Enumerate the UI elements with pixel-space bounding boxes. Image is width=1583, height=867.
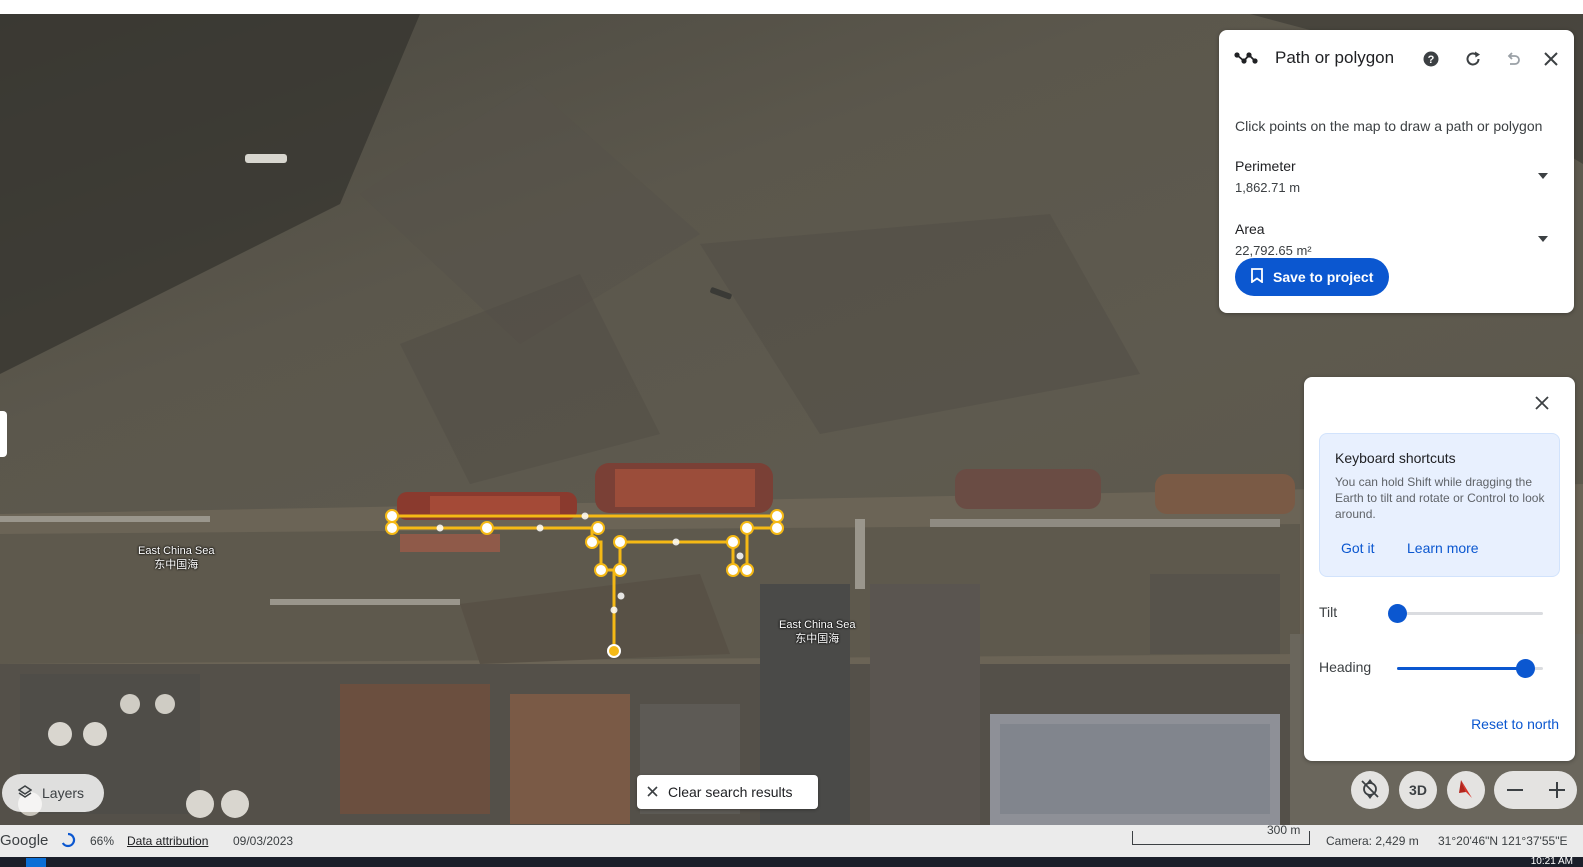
clock: 10:21 AM bbox=[1530, 856, 1573, 867]
cursor-coordinates: 31°20'46"N 121°37'55"E bbox=[1438, 834, 1568, 848]
area-section[interactable]: Area 22,792.65 m² bbox=[1235, 221, 1555, 258]
compass-icon bbox=[1456, 778, 1476, 803]
layers-button[interactable]: Layers bbox=[2, 774, 104, 812]
measure-instructions: Click points on the map to draw a path o… bbox=[1235, 118, 1543, 134]
rotate-view-button[interactable] bbox=[1351, 771, 1389, 809]
tilt-slider[interactable] bbox=[1388, 604, 1543, 623]
reset-to-north-button[interactable]: Reset to north bbox=[1471, 716, 1559, 732]
measure-panel-title: Path or polygon bbox=[1275, 48, 1395, 67]
close-icon[interactable] bbox=[1530, 391, 1554, 415]
perimeter-section[interactable]: Perimeter 1,862.71 m bbox=[1235, 158, 1555, 195]
learn-more-link[interactable]: Learn more bbox=[1407, 540, 1479, 556]
data-attribution-link[interactable]: Data attribution bbox=[127, 834, 208, 848]
perimeter-value: 1,862.71 m bbox=[1235, 180, 1301, 195]
keyboard-shortcuts-card: Keyboard shortcuts You can hold Shift wh… bbox=[1319, 433, 1560, 577]
clear-search-results-label: Clear search results bbox=[668, 784, 793, 800]
navigation-panel: Keyboard shortcuts You can hold Shift wh… bbox=[1304, 377, 1575, 761]
measure-panel: Path or polygon ? Click points on the ma… bbox=[1219, 30, 1574, 313]
clear-search-results-button[interactable]: Clear search results bbox=[637, 775, 818, 809]
save-to-project-button[interactable]: Save to project bbox=[1235, 258, 1389, 296]
save-to-project-label: Save to project bbox=[1273, 269, 1374, 285]
status-bar: Google 66% Data attribution 09/03/2023 3… bbox=[0, 823, 1583, 857]
map-label-east-china-sea-2: East China Sea 东中国海 bbox=[779, 619, 856, 645]
area-value: 22,792.65 m² bbox=[1235, 243, 1312, 258]
close-icon bbox=[647, 784, 658, 800]
svg-text:?: ? bbox=[1428, 54, 1435, 66]
area-label: Area bbox=[1235, 221, 1265, 237]
side-panel-handle[interactable] bbox=[0, 411, 7, 457]
tilt-label: Tilt bbox=[1319, 604, 1338, 620]
loading-progress: 66% bbox=[90, 834, 115, 848]
plus-icon bbox=[1548, 782, 1565, 798]
help-icon[interactable]: ? bbox=[1422, 50, 1440, 68]
camera-altitude: Camera: 2,429 m bbox=[1326, 834, 1419, 848]
perimeter-label: Perimeter bbox=[1235, 158, 1296, 174]
measure-panel-header: Path or polygon ? bbox=[1219, 30, 1574, 86]
os-taskbar: 10:21 AM bbox=[0, 856, 1583, 867]
path-tool-icon bbox=[1233, 46, 1259, 70]
layers-label: Layers bbox=[42, 785, 85, 801]
zoom-controls bbox=[1494, 771, 1577, 809]
shortcuts-title: Keyboard shortcuts bbox=[1335, 450, 1456, 466]
start-icon[interactable] bbox=[26, 858, 46, 867]
loading-spinner-icon bbox=[60, 832, 76, 851]
heading-label: Heading bbox=[1319, 659, 1372, 675]
redo-icon[interactable] bbox=[1461, 47, 1485, 71]
got-it-button[interactable]: Got it bbox=[1341, 540, 1374, 556]
google-logo: Google bbox=[0, 832, 49, 849]
chevron-down-icon[interactable] bbox=[1531, 164, 1555, 188]
chevron-down-icon[interactable] bbox=[1531, 227, 1555, 251]
heading-row: Heading bbox=[1319, 656, 1560, 680]
tilt-slider-thumb[interactable] bbox=[1388, 604, 1407, 623]
compass-button[interactable] bbox=[1447, 771, 1485, 809]
undo-icon[interactable] bbox=[1501, 47, 1525, 71]
rotate-view-icon bbox=[1359, 778, 1381, 803]
shortcuts-text: You can hold Shift while dragging the Ea… bbox=[1335, 475, 1545, 521]
minus-icon bbox=[1506, 789, 1523, 791]
layers-icon bbox=[17, 784, 33, 802]
heading-slider[interactable] bbox=[1397, 659, 1543, 678]
map-label-east-china-sea-1: East China Sea 东中国海 bbox=[138, 545, 215, 571]
browser-top-strip bbox=[0, 0, 1583, 14]
heading-slider-fill bbox=[1397, 667, 1526, 670]
bookmark-icon bbox=[1251, 268, 1263, 286]
heading-slider-thumb[interactable] bbox=[1516, 659, 1536, 678]
zoom-in-button[interactable] bbox=[1536, 771, 1577, 809]
tilt-row: Tilt bbox=[1319, 601, 1560, 625]
zoom-out-button[interactable] bbox=[1494, 771, 1535, 809]
toggle-3d-button[interactable]: 3D bbox=[1399, 771, 1437, 809]
scale-label: 300 m bbox=[1267, 823, 1301, 837]
imagery-date: 09/03/2023 bbox=[233, 834, 294, 848]
close-icon[interactable] bbox=[1539, 47, 1563, 71]
